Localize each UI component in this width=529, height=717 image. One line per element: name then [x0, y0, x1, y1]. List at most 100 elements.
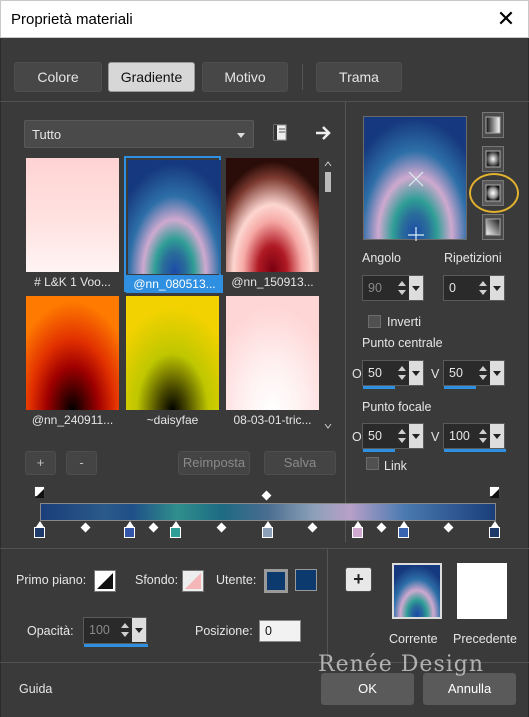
dropdown-icon[interactable] [409, 424, 423, 448]
dropdown-icon[interactable] [490, 361, 504, 385]
gradient-editor-bar[interactable] [40, 503, 496, 521]
focal-point-label: Punto focale [362, 400, 432, 414]
link-checkbox[interactable] [366, 457, 379, 470]
gradient-filter-value: Tutto [32, 127, 62, 142]
ok-button[interactable]: OK [321, 673, 414, 705]
gradient-item[interactable]: # L&K 1 Voo... [24, 156, 121, 292]
stepper-icon[interactable] [476, 276, 490, 300]
opacity-stop-icon[interactable] [489, 486, 500, 498]
color-stop-icon[interactable] [352, 527, 363, 538]
gradient-item[interactable]: @nn_150913... [224, 156, 321, 292]
color-stop-icon[interactable] [170, 527, 181, 538]
close-icon[interactable]: ✕ [484, 1, 528, 38]
opacity-stop-icon[interactable] [34, 486, 45, 498]
dropdown-icon[interactable] [409, 276, 423, 300]
panel-separator [345, 102, 346, 542]
gradient-filter-dropdown[interactable]: Tutto [24, 120, 254, 148]
cancel-button[interactable]: Annulla [423, 673, 516, 705]
dropdown-icon[interactable] [409, 361, 423, 385]
stepper-icon[interactable] [395, 361, 409, 385]
tab-motivo[interactable]: Motivo [202, 62, 288, 92]
open-folder-icon[interactable] [270, 122, 292, 144]
angle-value: 90 [368, 281, 382, 295]
add-swatch-button[interactable]: + [345, 567, 372, 592]
color-stop-icon[interactable] [489, 527, 500, 538]
previous-material-swatch[interactable] [457, 563, 507, 619]
gradient-swatch [126, 296, 219, 410]
arrow-right-icon[interactable] [312, 122, 334, 144]
help-link[interactable]: Guida [19, 682, 52, 696]
gradient-item-label: ~daisyfae [146, 413, 199, 427]
tab-gradiente[interactable]: Gradiente [108, 62, 195, 92]
user-color-fill [267, 572, 285, 590]
remove-gradient-button[interactable]: - [66, 451, 97, 475]
gradient-swatch [226, 296, 319, 410]
user-color-swatch[interactable] [264, 569, 288, 593]
stepper-icon[interactable] [395, 276, 409, 300]
gradient-item-label: @nn_080513... [126, 275, 223, 293]
focal-v-input[interactable]: 100 [443, 423, 506, 452]
dropdown-icon[interactable] [490, 276, 504, 300]
center-v-value: 50 [449, 366, 463, 380]
focal-v-value: 100 [449, 429, 470, 443]
tab-separator [302, 64, 303, 90]
foreground-label: Primo piano: [16, 573, 87, 587]
tab-colore[interactable]: Colore [14, 62, 102, 92]
save-gradient-button[interactable]: Salva [264, 451, 336, 475]
repeats-value: 0 [449, 281, 456, 295]
gradient-item-label: @nn_150913... [231, 275, 314, 289]
focal-v-bar [444, 449, 506, 452]
link-label: Link [384, 459, 407, 473]
opacity-input[interactable]: 100 [83, 617, 148, 647]
invert-checkbox[interactable] [368, 315, 381, 328]
corner-gradient-style-icon[interactable] [482, 214, 504, 240]
gradient-swatch [26, 158, 119, 272]
window-title: Proprietà materiali [11, 11, 133, 28]
gradient-item[interactable]: 08-03-01-tric... [224, 294, 321, 430]
gradient-swatch [26, 296, 119, 410]
dropdown-icon[interactable] [132, 618, 146, 642]
invert-label: Inverti [387, 315, 422, 329]
color-stop-icon[interactable] [398, 527, 409, 538]
center-v-input[interactable]: 50 [443, 360, 505, 389]
center-point-label: Punto centrale [362, 336, 443, 350]
color-stop-icon[interactable] [34, 527, 45, 538]
angle-input[interactable]: 90 [362, 275, 424, 301]
gradient-item[interactable]: @nn_080513... [124, 156, 223, 293]
stepper-icon[interactable] [395, 424, 409, 448]
rectangular-gradient-style-icon[interactable] [482, 146, 504, 172]
background-swatch[interactable] [182, 570, 204, 592]
stepper-icon[interactable] [476, 361, 490, 385]
center-h-value: 50 [368, 366, 382, 380]
add-gradient-button[interactable]: + [25, 451, 56, 475]
center-h-input[interactable]: 50 [362, 360, 424, 389]
foreground-swatch[interactable] [94, 570, 116, 592]
focal-h-prefix: O [352, 430, 362, 444]
color-stop-icon[interactable] [124, 527, 135, 538]
gradient-item-label: # L&K 1 Voo... [34, 275, 111, 289]
dropdown-icon[interactable] [490, 424, 504, 448]
repeats-label: Ripetizioni [444, 251, 502, 265]
opacity-label: Opacità: [27, 624, 74, 638]
background-label: Sfondo: [135, 573, 179, 587]
library-scrollbar[interactable] [323, 158, 333, 432]
watermark-logo: Renée Design [318, 652, 485, 677]
current-material-swatch[interactable] [392, 563, 442, 619]
focal-h-input[interactable]: 50 [362, 423, 424, 452]
stepper-icon[interactable] [118, 618, 132, 642]
reset-button[interactable]: Reimposta [178, 451, 250, 475]
selected-style-highlight [469, 173, 519, 213]
gradient-preview[interactable] [363, 116, 467, 241]
divider [0, 548, 529, 549]
gradient-item[interactable]: @nn_240911... [24, 294, 121, 430]
stepper-icon[interactable] [476, 424, 490, 448]
linear-gradient-style-icon[interactable] [482, 112, 504, 138]
tab-trama[interactable]: Trama [316, 62, 402, 92]
position-input[interactable]: 0 [259, 620, 301, 642]
gradient-item[interactable]: ~daisyfae [124, 294, 221, 430]
opacity-value: 100 [89, 623, 110, 637]
user-color-alt-swatch[interactable] [295, 569, 317, 591]
center-h-bar [363, 386, 395, 389]
repeats-input[interactable]: 0 [443, 275, 505, 301]
color-stop-icon[interactable] [262, 527, 273, 538]
